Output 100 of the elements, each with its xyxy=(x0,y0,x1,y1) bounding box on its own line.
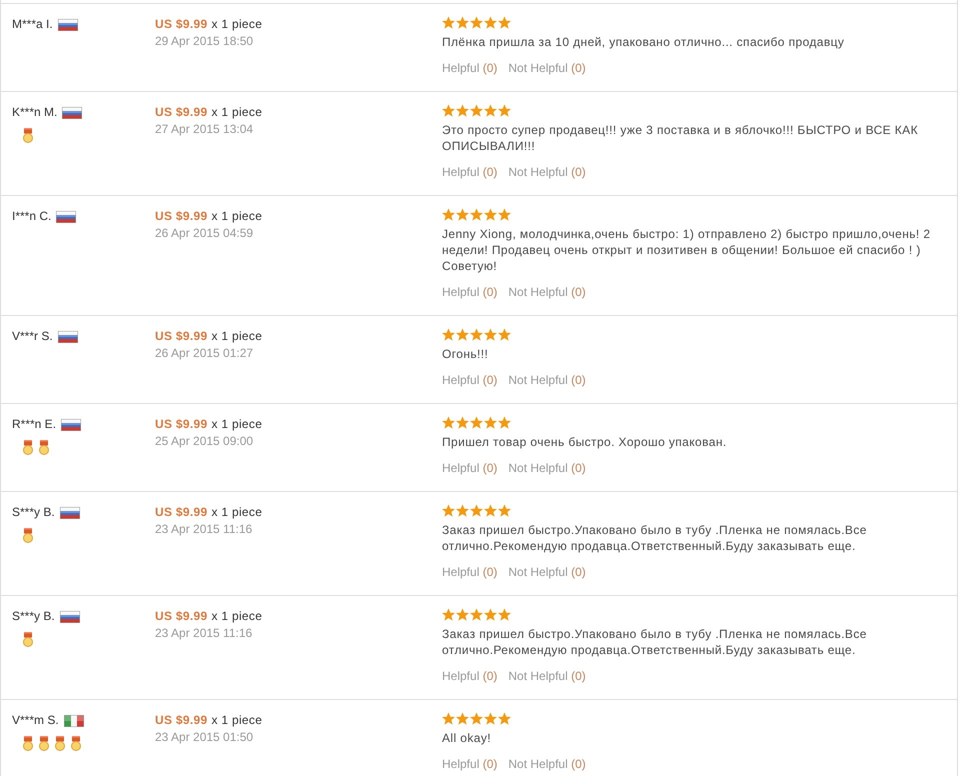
star-icon xyxy=(470,504,483,516)
star-icon xyxy=(442,712,455,724)
buyer-name: K***n M. xyxy=(12,104,58,121)
quantity-text: x 1 piece xyxy=(211,504,262,521)
russian-flag-icon xyxy=(61,418,82,430)
russian-flag-icon xyxy=(56,210,76,222)
buyer-name: R***n E. xyxy=(12,416,56,433)
price-text: US $9.99 xyxy=(155,104,208,121)
star-icon xyxy=(442,104,455,116)
helpful-link[interactable]: Helpful (0) xyxy=(442,164,498,181)
review-text: Заказ пришел быстро.Упаковано было в тубу .Пленка не помялась.Все отлично.Рекомендую продавца.Ответственный.Буду заказывать еще. xyxy=(442,626,868,658)
star-icon xyxy=(456,208,469,220)
price-text: US $9.99 xyxy=(155,504,208,521)
star-icon xyxy=(498,104,511,116)
not-helpful-link[interactable]: Not Helpful (0) xyxy=(508,460,586,477)
star-icon xyxy=(470,104,483,116)
star-icon xyxy=(470,416,483,428)
not-helpful-link[interactable]: Not Helpful (0) xyxy=(508,284,586,301)
review-date: 23 Apr 2015 01:50 xyxy=(155,729,254,746)
review-text: Плёнка пришла за 10 дней, упаковано отлично... спасибо продавцу xyxy=(442,34,846,50)
star-icon xyxy=(442,504,455,516)
not-helpful-link[interactable]: Not Helpful (0) xyxy=(508,668,586,685)
star-icon xyxy=(470,328,483,340)
medal-icon xyxy=(55,736,65,751)
star-icon xyxy=(484,608,497,620)
italian-flag-icon xyxy=(64,714,84,726)
star-icon xyxy=(498,416,511,428)
medal-icon xyxy=(23,736,33,751)
helpful-link[interactable]: Helpful (0) xyxy=(442,460,498,477)
buyer-name: V***m S. xyxy=(12,712,59,729)
russian-flag-icon xyxy=(58,330,78,342)
star-icon xyxy=(484,712,497,724)
helpful-link[interactable]: Helpful (0) xyxy=(442,564,498,581)
helpful-link[interactable]: Helpful (0) xyxy=(442,284,498,301)
star-icon xyxy=(484,504,497,516)
star-icon xyxy=(456,328,469,340)
star-icon xyxy=(456,504,469,516)
helpful-link[interactable]: Helpful (0) xyxy=(442,60,498,77)
star-icon xyxy=(498,608,511,620)
quantity-text: x 1 piece xyxy=(211,208,262,225)
medal-icon xyxy=(71,736,81,751)
review-text: All okay! xyxy=(442,730,492,746)
medal-icon xyxy=(23,632,33,647)
helpful-link[interactable]: Helpful (0) xyxy=(442,372,498,389)
star-icon xyxy=(484,416,497,428)
helpful-link[interactable]: Helpful (0) xyxy=(442,668,498,685)
star-icon xyxy=(498,16,511,28)
star-icon xyxy=(442,16,455,28)
star-icon xyxy=(442,328,455,340)
helpful-link[interactable]: Helpful (0) xyxy=(442,756,498,773)
review-date: 29 Apr 2015 18:50 xyxy=(155,33,254,50)
price-text: US $9.99 xyxy=(155,328,208,345)
not-helpful-link[interactable]: Not Helpful (0) xyxy=(508,564,586,581)
quantity-text: x 1 piece xyxy=(211,328,262,345)
review-text: Заказ пришел быстро.Упаковано было в тубу .Пленка не помялась.Все отлично.Рекомендую продавца.Ответственный.Буду заказывать еще. xyxy=(442,522,868,554)
buyer-name: I***n C. xyxy=(12,208,52,225)
price-text: US $9.99 xyxy=(155,16,208,33)
not-helpful-link[interactable]: Not Helpful (0) xyxy=(508,60,586,77)
russian-flag-icon xyxy=(60,610,80,622)
quantity-text: x 1 piece xyxy=(211,16,262,33)
price-text: US $9.99 xyxy=(155,416,208,433)
buyer-name: M***a I. xyxy=(12,16,53,33)
review-date: 26 Apr 2015 04:59 xyxy=(155,225,254,242)
star-icon xyxy=(498,208,511,220)
star-icon xyxy=(442,416,455,428)
price-text: US $9.99 xyxy=(155,608,208,625)
not-helpful-link[interactable]: Not Helpful (0) xyxy=(508,756,586,773)
star-icon xyxy=(484,328,497,340)
star-icon xyxy=(456,16,469,28)
quantity-text: x 1 piece xyxy=(211,712,262,729)
medal-icon xyxy=(23,528,33,543)
russian-flag-icon xyxy=(60,506,80,518)
russian-flag-icon xyxy=(62,106,82,118)
review-date: 25 Apr 2015 09:00 xyxy=(155,433,254,450)
medal-icon xyxy=(23,440,33,455)
price-text: US $9.99 xyxy=(155,208,208,225)
review-date: 26 Apr 2015 01:27 xyxy=(155,345,254,362)
review-text: Огонь!!! xyxy=(442,346,490,362)
star-icon xyxy=(498,328,511,340)
star-icon xyxy=(456,608,469,620)
star-icon xyxy=(442,608,455,620)
star-icon xyxy=(470,16,483,28)
star-icon xyxy=(498,712,511,724)
star-icon xyxy=(484,16,497,28)
star-icon xyxy=(456,416,469,428)
buyer-name: V***r S. xyxy=(12,328,53,345)
star-icon xyxy=(442,208,455,220)
star-icon xyxy=(484,104,497,116)
medal-icon xyxy=(39,736,49,751)
review-date: 23 Apr 2015 11:16 xyxy=(155,625,254,642)
star-icon xyxy=(456,104,469,116)
review-date: 23 Apr 2015 11:16 xyxy=(155,521,254,538)
star-icon xyxy=(470,608,483,620)
not-helpful-link[interactable]: Not Helpful (0) xyxy=(508,164,586,181)
russian-flag-icon xyxy=(58,18,78,30)
not-helpful-link[interactable]: Not Helpful (0) xyxy=(508,372,586,389)
star-icon xyxy=(484,208,497,220)
review-date: 27 Apr 2015 13:04 xyxy=(155,121,254,138)
quantity-text: x 1 piece xyxy=(211,608,262,625)
star-icon xyxy=(470,712,483,724)
